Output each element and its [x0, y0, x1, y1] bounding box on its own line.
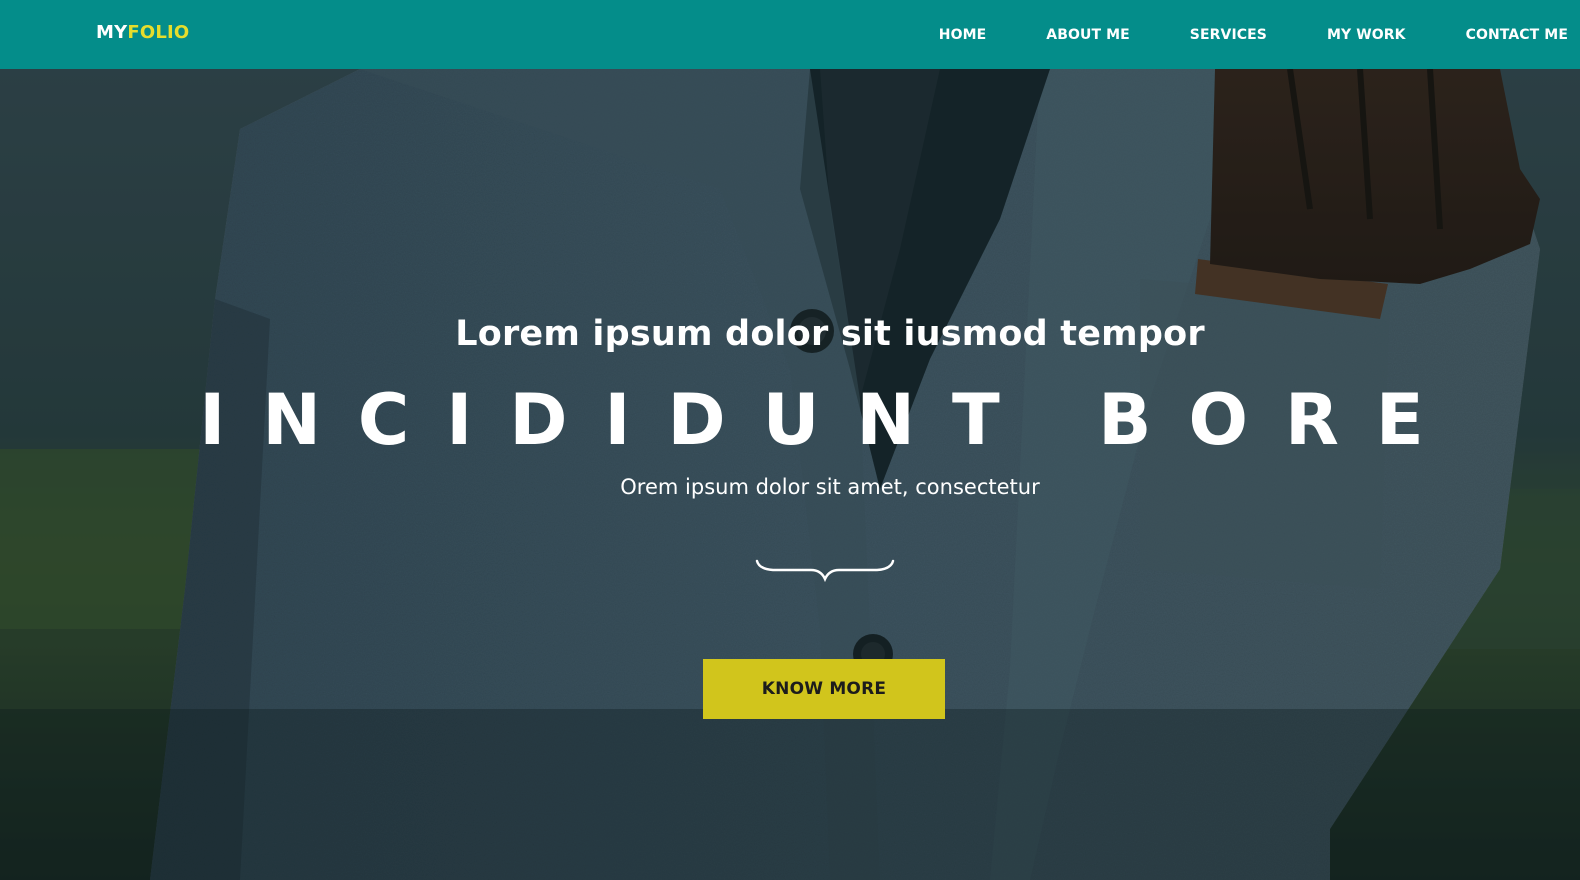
main-nav: HOME ABOUT ME SERVICES MY WORK CONTACT M…	[879, 0, 1568, 69]
know-more-button[interactable]: KNOW MORE	[703, 659, 945, 719]
top-navbar: MYFOLIO HOME ABOUT ME SERVICES MY WORK C…	[0, 0, 1580, 69]
nav-item-services[interactable]: SERVICES	[1190, 27, 1267, 43]
page: MYFOLIO HOME ABOUT ME SERVICES MY WORK C…	[0, 0, 1580, 880]
nav-item-my-work[interactable]: MY WORK	[1327, 27, 1406, 43]
nav-item-home[interactable]: HOME	[939, 27, 987, 43]
hero-content: Lorem ipsum dolor sit iusmod tempor INCI…	[0, 69, 1580, 880]
hero-title: INCIDIDUNT BORE	[199, 379, 1461, 461]
hero-subtitle: Lorem ipsum dolor sit iusmod tempor	[455, 314, 1205, 354]
brand-logo[interactable]: MYFOLIO	[96, 22, 189, 44]
nav-item-contact-me[interactable]: CONTACT ME	[1466, 27, 1568, 43]
brand-logo-part-my: MY	[96, 22, 128, 43]
hero-tagline: Orem ipsum dolor sit amet, consectetur	[620, 475, 1040, 499]
hero-section: Lorem ipsum dolor sit iusmod tempor INCI…	[0, 69, 1580, 880]
nav-item-about-me[interactable]: ABOUT ME	[1046, 27, 1130, 43]
curly-brace-divider-icon	[755, 559, 895, 583]
brand-logo-part-folio: FOLIO	[127, 22, 190, 43]
